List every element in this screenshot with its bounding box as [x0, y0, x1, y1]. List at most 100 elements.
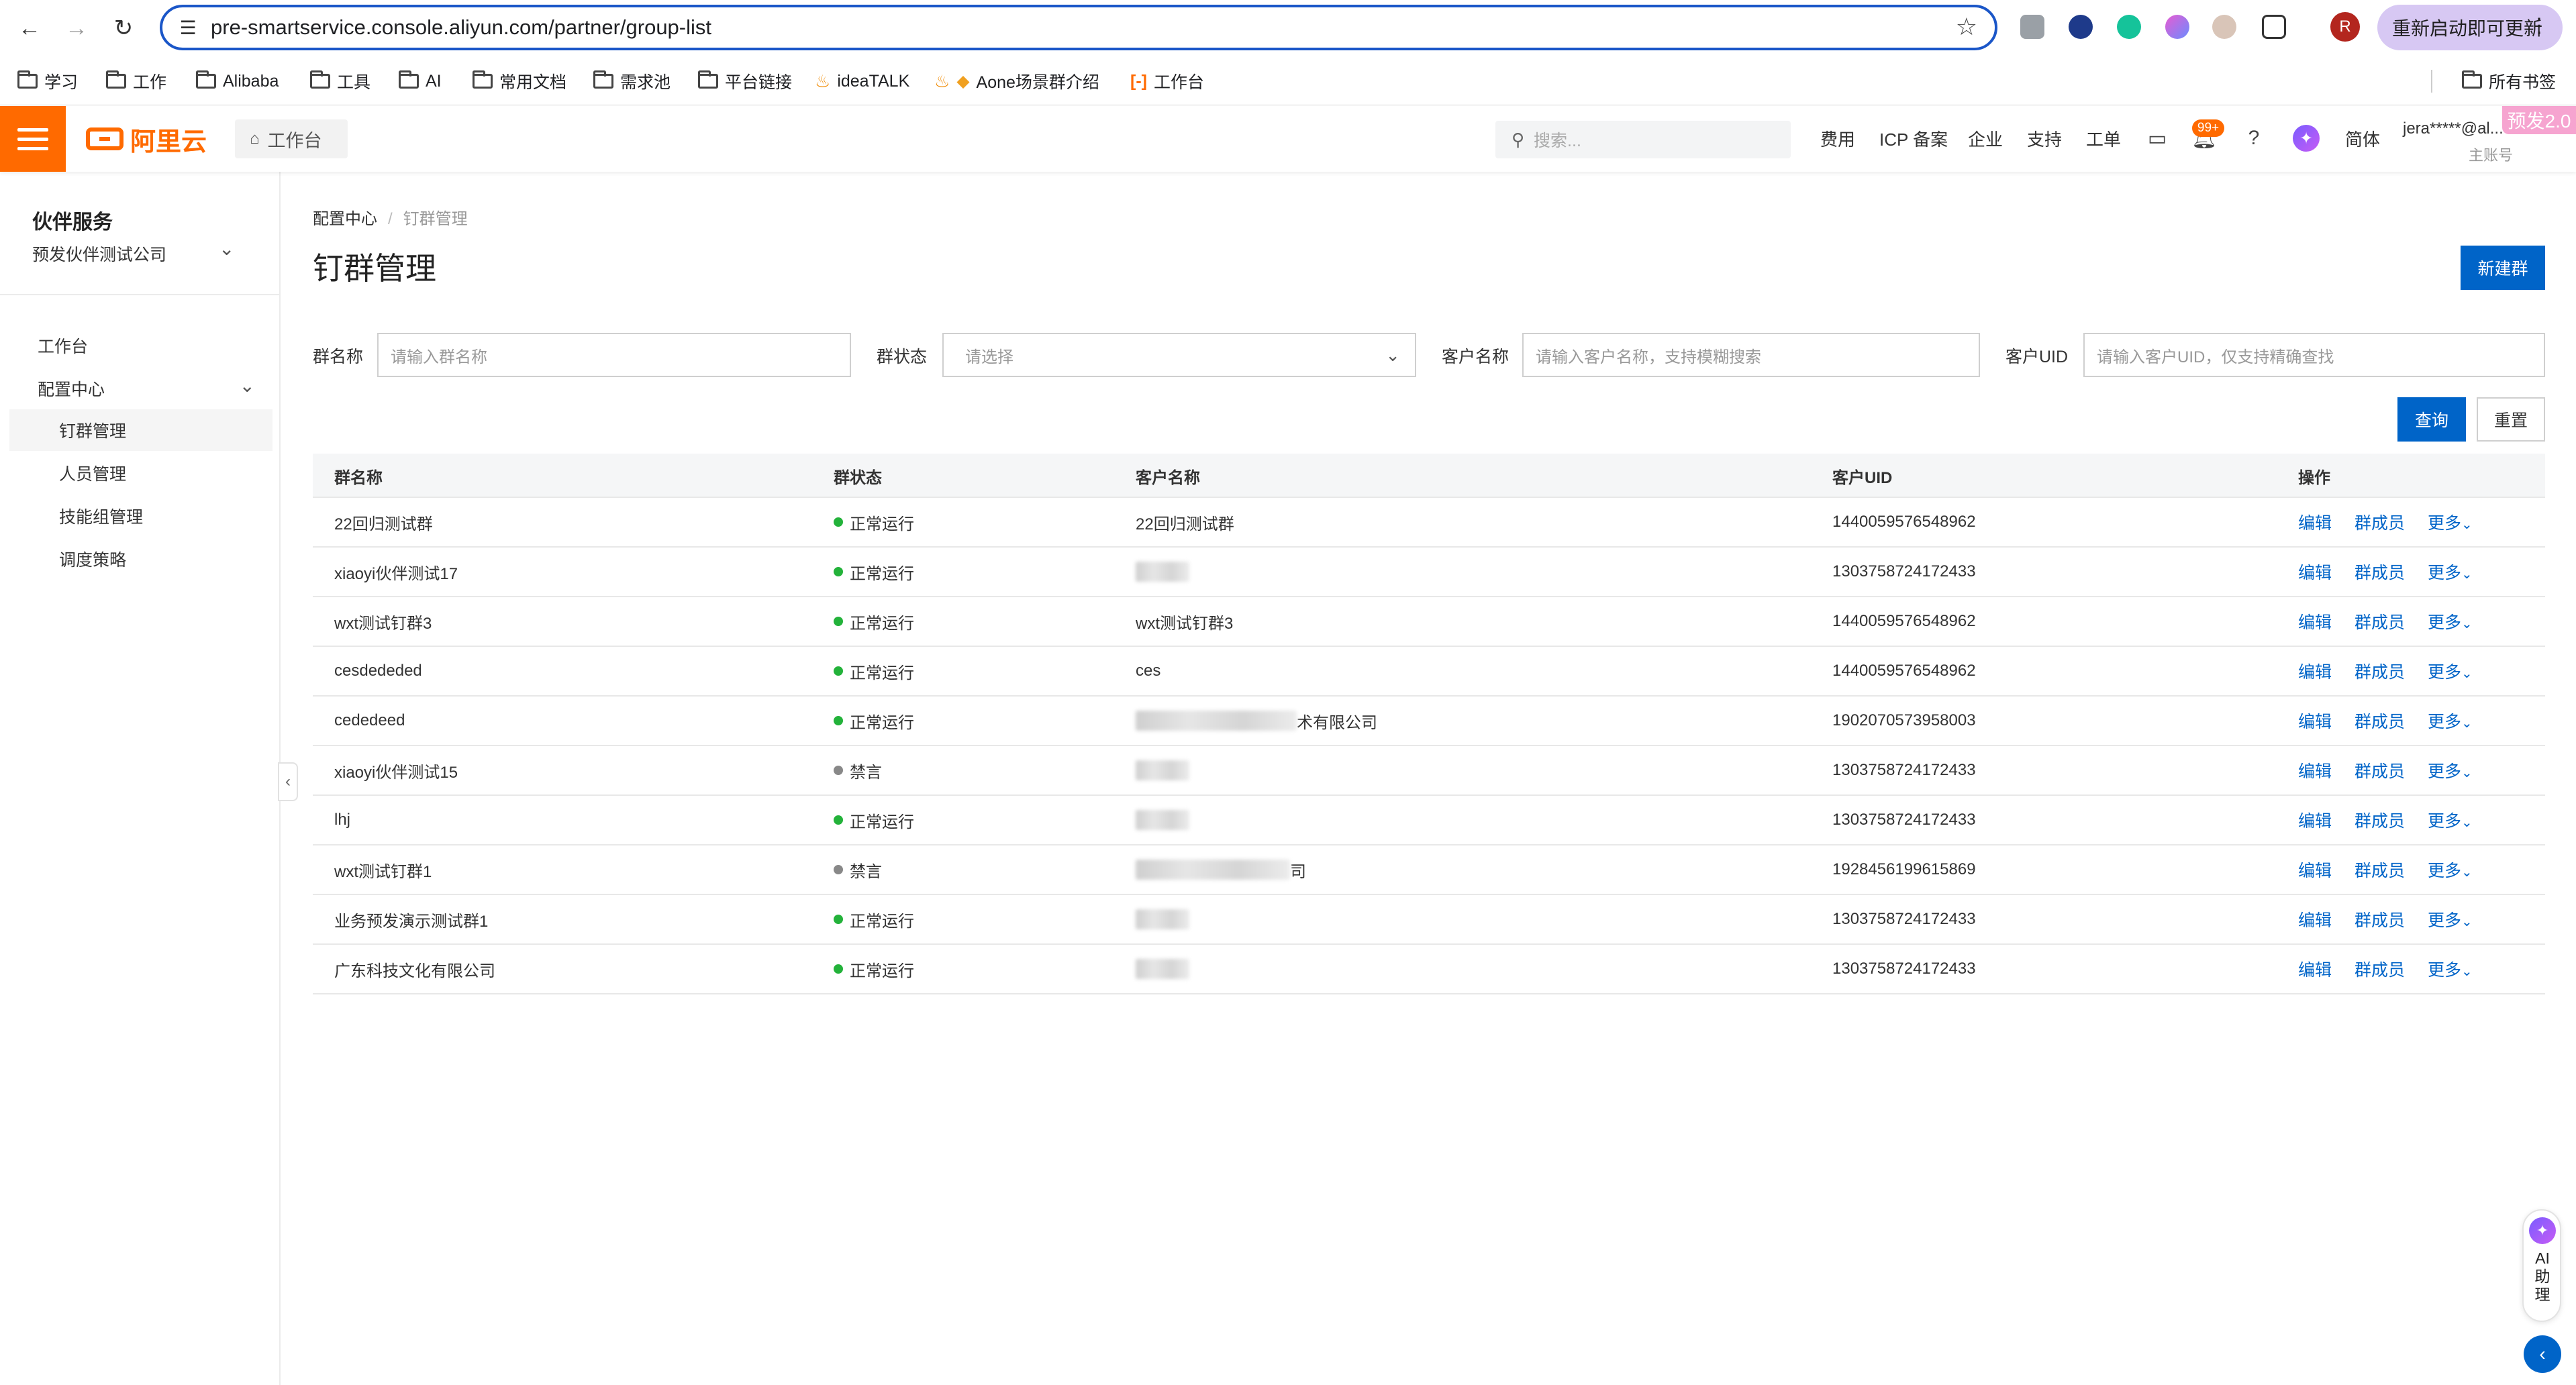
col-group-status: 群状态 — [834, 468, 882, 487]
bookmark-star-icon[interactable]: ☆ — [1956, 13, 1977, 41]
company-selector[interactable]: 预发伙伴测试公司 — [32, 242, 166, 266]
nav-enterprise[interactable]: 企业 — [1968, 126, 2003, 151]
more-dropdown[interactable]: 更多⌄ — [2428, 907, 2473, 931]
menu-icon[interactable] — [0, 106, 66, 172]
nav-ticket[interactable]: 工单 — [2086, 126, 2121, 151]
grammarly-icon[interactable] — [2117, 15, 2141, 39]
cell-actions: 编辑 群成员 更多⌄ — [2298, 945, 2473, 993]
customer-name-input[interactable]: 请输入客户名称，支持模糊搜索 — [1522, 333, 1980, 377]
members-link[interactable]: 群成员 — [2355, 858, 2405, 882]
members-link[interactable]: 群成员 — [2355, 659, 2405, 683]
more-dropdown[interactable]: 更多⌄ — [2428, 957, 2473, 981]
more-dropdown[interactable]: 更多⌄ — [2428, 709, 2473, 733]
search-input[interactable]: ⚲ 搜索... — [1495, 121, 1791, 158]
cell-customer-uid: 1303758724172433 — [1832, 811, 1976, 829]
bookmark-folder[interactable]: 需求池 — [593, 64, 671, 98]
aliyun-logo[interactable]: 阿里云 — [86, 123, 207, 156]
ai-sparkle-icon[interactable]: ✦ — [2293, 125, 2320, 152]
sidebar-item-dispatch-policy[interactable]: 调度策略 — [9, 538, 273, 580]
bookmark-folder[interactable]: 平台链接 — [698, 64, 792, 98]
more-dropdown[interactable]: 更多⌄ — [2428, 858, 2473, 882]
profile-avatar[interactable]: R — [2330, 12, 2360, 42]
reload-icon[interactable]: ↻ — [105, 9, 142, 47]
sidebar-collapse-button[interactable]: ‹ — [278, 762, 298, 801]
bookmark-folder[interactable]: 常用文档 — [473, 64, 566, 98]
breadcrumb-parent[interactable]: 配置中心 — [313, 210, 377, 228]
more-dropdown[interactable]: 更多⌄ — [2428, 609, 2473, 633]
nav-icp[interactable]: ICP 备案 — [1879, 126, 1948, 151]
table-header: 群名称 群状态 客户名称 客户UID 操作 — [313, 454, 2545, 498]
extension-icon[interactable] — [2212, 15, 2236, 39]
members-link[interactable]: 群成员 — [2355, 808, 2405, 832]
edit-link[interactable]: 编辑 — [2298, 957, 2332, 981]
members-link[interactable]: 群成员 — [2355, 907, 2405, 931]
sidebar-item-staff[interactable]: 人员管理 — [9, 452, 273, 494]
cell-customer-uid: 1303758724172433 — [1832, 960, 1976, 978]
chevron-down-icon: ⌄ — [2461, 617, 2473, 631]
sidebar-item-ding-groups[interactable]: 钉群管理 — [9, 409, 273, 451]
forward-icon[interactable]: → — [58, 9, 95, 47]
bookmark-link[interactable]: ♨ ideaTALK — [815, 64, 909, 98]
edit-link[interactable]: 编辑 — [2298, 907, 2332, 931]
group-name-input[interactable]: 请输入群名称 — [377, 333, 851, 377]
customer-uid-label: 客户UID — [2005, 348, 2069, 366]
sidebar-item-config-center[interactable]: 配置中心 ⌄ — [9, 368, 273, 409]
relaunch-update-button[interactable]: 重新启动即可更新 ⋮ — [2377, 5, 2563, 50]
extension-icon[interactable] — [2165, 15, 2189, 39]
more-dropdown[interactable]: 更多⌄ — [2428, 758, 2473, 782]
edit-link[interactable]: 编辑 — [2298, 858, 2332, 882]
edit-link[interactable]: 编辑 — [2298, 758, 2332, 782]
edit-link[interactable]: 编辑 — [2298, 808, 2332, 832]
new-group-button[interactable]: 新建群 — [2461, 246, 2545, 290]
members-link[interactable]: 群成员 — [2355, 510, 2405, 534]
bookmark-folder[interactable]: 工具 — [310, 64, 370, 98]
reset-button[interactable]: 重置 — [2477, 397, 2545, 442]
account-name[interactable]: jera*****@al... — [2403, 119, 2504, 138]
site-settings-icon[interactable]: ☰ — [175, 14, 201, 41]
status-dot — [834, 815, 843, 825]
members-link[interactable]: 群成员 — [2355, 709, 2405, 733]
sidebar-item-workbench[interactable]: 工作台 — [9, 325, 273, 366]
members-link[interactable]: 群成员 — [2355, 758, 2405, 782]
help-icon[interactable]: ? — [2242, 126, 2266, 150]
bookmark-folder[interactable]: Alibaba — [196, 64, 279, 98]
members-link[interactable]: 群成员 — [2355, 957, 2405, 981]
edit-link[interactable]: 编辑 — [2298, 709, 2332, 733]
group-status-select[interactable]: 请选择 ⌄ — [942, 333, 1416, 377]
edit-link[interactable]: 编辑 — [2298, 510, 2332, 534]
more-dropdown[interactable]: 更多⌄ — [2428, 560, 2473, 584]
chevron-left-icon[interactable]: ‹ — [2524, 1335, 2561, 1373]
language-switch[interactable]: 简体 — [2345, 126, 2380, 151]
workbench-link[interactable]: ⌂ 工作台 — [235, 119, 348, 158]
members-link[interactable]: 群成员 — [2355, 560, 2405, 584]
account-type: 主账号 — [2469, 147, 2514, 164]
all-bookmarks[interactable]: 所有书签 — [2462, 64, 2556, 98]
sidebar-item-skill-groups[interactable]: 技能组管理 — [9, 495, 273, 537]
extensions-puzzle-icon[interactable] — [2262, 15, 2286, 39]
address-bar[interactable]: ☰ pre-smartservice.console.aliyun.com/pa… — [160, 5, 1997, 50]
more-dropdown[interactable]: 更多⌄ — [2428, 510, 2473, 534]
bookmark-folder[interactable]: AI — [399, 64, 442, 98]
edit-link[interactable]: 编辑 — [2298, 659, 2332, 683]
bookmark-link[interactable]: ♨ ◆ Aone场景群介绍 — [934, 64, 1099, 98]
bookmark-link[interactable]: [-] 工作台 — [1130, 64, 1204, 98]
nav-billing[interactable]: 费用 — [1820, 126, 1855, 151]
query-button[interactable]: 查询 — [2397, 397, 2466, 442]
cell-group-status: 正常运行 — [834, 895, 914, 943]
extension-icon[interactable] — [2020, 15, 2044, 39]
customer-uid-input[interactable]: 请输入客户UID，仅支持精确查找 — [2083, 333, 2545, 377]
more-dropdown[interactable]: 更多⌄ — [2428, 659, 2473, 683]
chevron-down-icon[interactable]: ⌄ — [219, 238, 234, 260]
ai-assistant-button[interactable]: ✦ AI 助理 — [2522, 1209, 2561, 1322]
edit-link[interactable]: 编辑 — [2298, 609, 2332, 633]
aliyun-logo-icon — [86, 127, 123, 150]
bookmark-folder[interactable]: 学习 — [17, 64, 78, 98]
back-icon[interactable]: ← — [11, 9, 48, 47]
members-link[interactable]: 群成员 — [2355, 609, 2405, 633]
edit-link[interactable]: 编辑 — [2298, 560, 2332, 584]
more-dropdown[interactable]: 更多⌄ — [2428, 808, 2473, 832]
bookmark-folder[interactable]: 工作 — [106, 64, 166, 98]
terminal-icon[interactable]: ▭ — [2145, 126, 2169, 150]
extension-icon[interactable] — [2069, 15, 2093, 39]
nav-support[interactable]: 支持 — [2027, 126, 2062, 151]
